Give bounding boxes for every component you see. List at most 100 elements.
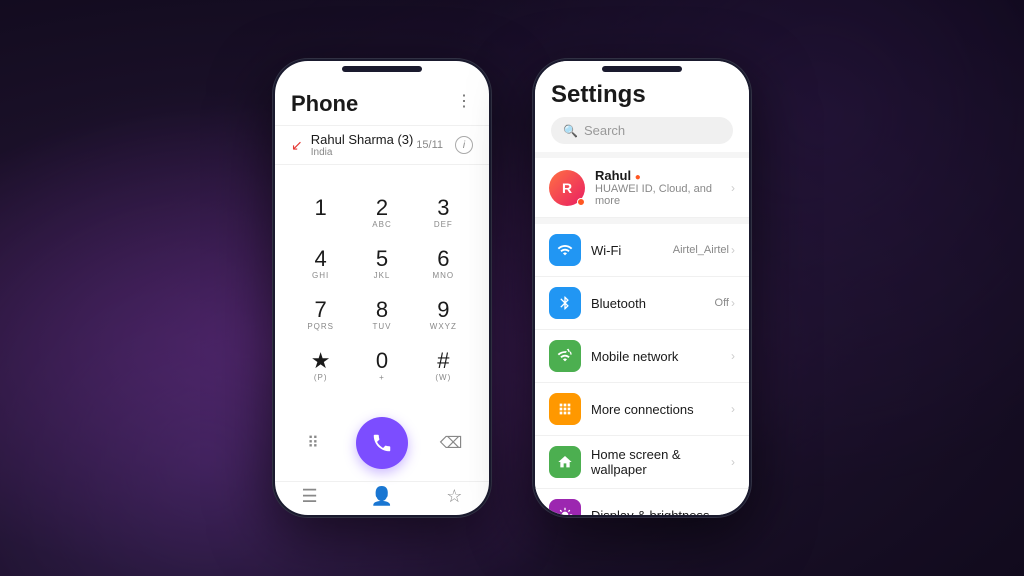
display-chevron: ›	[731, 508, 735, 515]
profile-item[interactable]: R Rahul ● HUAWEI ID, Cloud, and more ›	[535, 158, 749, 218]
delete-button[interactable]: ⌫	[433, 425, 469, 461]
grid-button[interactable]: ⠿	[295, 425, 331, 461]
mobile-label: Mobile network	[591, 349, 731, 364]
dial-key-5[interactable]: 5 JKL	[352, 240, 411, 289]
recent-call-left: ↙ Rahul Sharma (3) India	[291, 132, 413, 158]
dial-key-number: ★	[311, 350, 331, 372]
homescreen-right: ›	[731, 455, 735, 469]
homescreen-chevron: ›	[731, 455, 735, 469]
profile-sub: HUAWEI ID, Cloud, and more	[595, 183, 731, 207]
profile-chevron: ›	[731, 181, 735, 195]
settings-item-mobile[interactable]: Mobile network ›	[535, 330, 749, 383]
homescreen-label: Home screen & wallpaper	[591, 447, 731, 477]
missed-call-icon: ↙	[291, 137, 303, 154]
dial-key-7[interactable]: 7 PQRS	[291, 291, 350, 340]
notification-dot: ●	[635, 172, 641, 183]
dial-key-letters: PQRS	[307, 322, 334, 332]
display-content: Display & brightness	[591, 508, 731, 516]
dialpad: 1 2 ABC 3 DEF 4 GHI 5 JKL 6 MNO 7 PQRS 8…	[275, 165, 489, 411]
profile-info: Rahul ● HUAWEI ID, Cloud, and more	[595, 168, 731, 207]
dial-key-6[interactable]: 6 MNO	[414, 240, 473, 289]
call-info: Rahul Sharma (3) India	[311, 132, 414, 158]
phone-2-screen: Settings 🔍 Search R	[535, 61, 749, 515]
settings-item-homescreen[interactable]: Home screen & wallpaper ›	[535, 436, 749, 489]
settings-item-bluetooth[interactable]: Bluetooth Off ›	[535, 277, 749, 330]
phone-1-frame: Phone ⋮ ↙ Rahul Sharma (3) India 15/11	[272, 58, 492, 518]
recent-call-item[interactable]: ↙ Rahul Sharma (3) India 15/11 i	[275, 125, 489, 165]
settings-screen: Settings 🔍 Search R	[535, 61, 749, 515]
wifi-chevron: ›	[731, 243, 735, 257]
recents-nav-icon[interactable]: ☰	[302, 486, 318, 507]
connections-label: More connections	[591, 402, 731, 417]
settings-item-wifi[interactable]: Wi-Fi Airtel_Airtel ›	[535, 224, 749, 277]
dial-key-number: 9	[437, 299, 449, 321]
chevron-icon: ›	[731, 181, 735, 195]
wifi-icon-wrap	[549, 234, 581, 266]
menu-icon[interactable]: ⋮	[456, 91, 473, 111]
homescreen-content: Home screen & wallpaper	[591, 447, 731, 477]
dialpad-grid: 1 2 ABC 3 DEF 4 GHI 5 JKL 6 MNO 7 PQRS 8…	[291, 189, 473, 391]
display-icon-wrap	[549, 499, 581, 515]
phone-1-screen: Phone ⋮ ↙ Rahul Sharma (3) India 15/11	[275, 61, 489, 515]
settings-item-connections[interactable]: More connections ›	[535, 383, 749, 436]
wifi-right: Airtel_Airtel ›	[673, 243, 735, 257]
dial-key-letters: JKL	[374, 271, 391, 281]
settings-item-value-wifi: Airtel_Airtel	[673, 244, 729, 256]
bluetooth-icon-wrap	[549, 287, 581, 319]
dial-key-letters: (P)	[314, 373, 328, 383]
dial-key-8[interactable]: 8 TUV	[352, 291, 411, 340]
dial-key-2[interactable]: 2 ABC	[352, 189, 411, 238]
favorites-nav-icon[interactable]: ☆	[446, 486, 462, 507]
phone-2-notch	[602, 66, 682, 72]
dial-key-1[interactable]: 1	[291, 189, 350, 238]
dial-key-letters: DEF	[434, 220, 453, 230]
dial-key-letters: GHI	[312, 271, 329, 281]
phones-container: Phone ⋮ ↙ Rahul Sharma (3) India 15/11	[272, 58, 752, 518]
connections-chevron: ›	[731, 402, 735, 416]
dial-key-letters: (W)	[435, 373, 451, 383]
bluetooth-label: Bluetooth	[591, 296, 715, 311]
dial-key-letters: ABC	[372, 220, 391, 230]
call-count: 15/11	[416, 139, 443, 151]
dial-key-number: 0	[376, 350, 388, 372]
mobile-content: Mobile network	[591, 349, 731, 364]
search-icon: 🔍	[563, 124, 578, 138]
dial-key-number: 7	[315, 299, 327, 321]
bluetooth-content: Bluetooth	[591, 296, 715, 311]
dial-key-0[interactable]: 0 +	[352, 342, 411, 391]
dial-key-number: 2	[376, 197, 388, 219]
bluetooth-right: Off ›	[715, 296, 735, 310]
settings-list: R Rahul ● HUAWEI ID, Cloud, and more ›	[535, 152, 749, 515]
dial-key-#[interactable]: # (W)	[414, 342, 473, 391]
dial-key-number: 1	[315, 197, 327, 219]
info-button[interactable]: i	[455, 136, 473, 154]
dial-key-4[interactable]: 4 GHI	[291, 240, 350, 289]
dial-key-9[interactable]: 9 WXYZ	[414, 291, 473, 340]
wifi-content: Wi-Fi	[591, 243, 673, 258]
caller-name: Rahul Sharma (3)	[311, 132, 414, 147]
contacts-nav-icon[interactable]: 👤	[371, 486, 393, 507]
dial-key-number: 5	[376, 248, 388, 270]
search-bar[interactable]: 🔍 Search	[551, 117, 733, 144]
dial-key-letters: MNO	[432, 271, 454, 281]
dial-key-★[interactable]: ★ (P)	[291, 342, 350, 391]
online-indicator	[577, 198, 585, 206]
dialer-screen: Phone ⋮ ↙ Rahul Sharma (3) India 15/11	[275, 61, 489, 515]
dial-key-letters: +	[379, 373, 385, 383]
settings-title: Settings	[551, 81, 733, 109]
connections-content: More connections	[591, 402, 731, 417]
settings-item-display[interactable]: Display & brightness ›	[535, 489, 749, 515]
phone-2-frame: Settings 🔍 Search R	[532, 58, 752, 518]
settings-item-value-bluetooth: Off	[715, 297, 729, 309]
mobile-right: ›	[731, 349, 735, 363]
dial-key-letters: WXYZ	[430, 322, 457, 332]
display-label: Display & brightness	[591, 508, 731, 516]
search-placeholder: Search	[584, 123, 625, 138]
dialer-nav: ☰ 👤 ☆	[275, 481, 489, 515]
call-meta: 15/11 i	[416, 136, 473, 154]
dial-key-3[interactable]: 3 DEF	[414, 189, 473, 238]
caller-location: India	[311, 147, 414, 158]
homescreen-icon-wrap	[549, 446, 581, 478]
dial-key-number: 3	[437, 197, 449, 219]
call-button[interactable]	[356, 417, 408, 469]
